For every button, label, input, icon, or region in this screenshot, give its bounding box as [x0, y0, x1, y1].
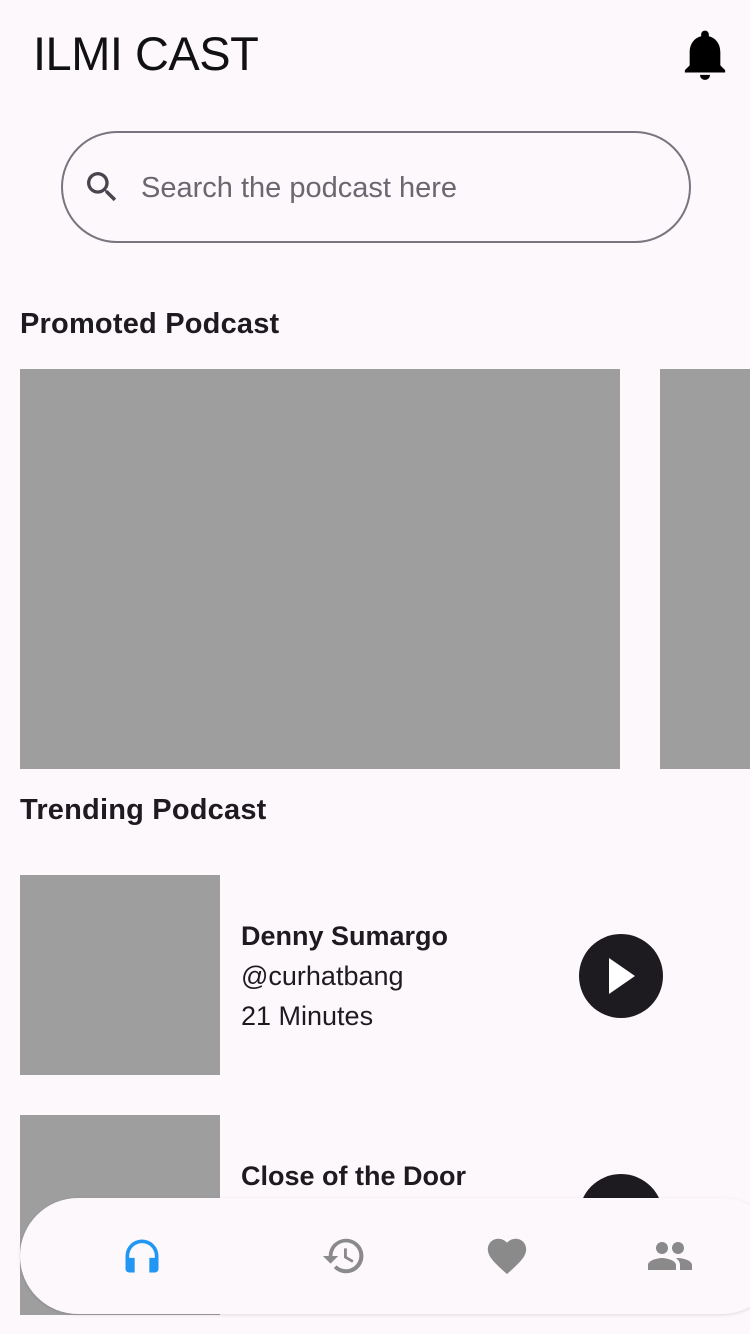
history-icon: [322, 1238, 364, 1274]
promoted-podcast-card[interactable]: [20, 369, 620, 769]
podcast-handle: @curhatbang: [241, 961, 404, 991]
bottom-navigation-bar: [20, 1198, 750, 1314]
search-icon: [87, 172, 117, 202]
promoted-podcast-card[interactable]: [660, 369, 750, 769]
people-icon: [648, 1242, 692, 1270]
nav-item-history[interactable]: [316, 1228, 372, 1284]
search-bar[interactable]: [61, 131, 691, 243]
podcast-title: Close of the Door: [241, 1161, 467, 1191]
nav-item-community[interactable]: [642, 1228, 698, 1284]
podcast-thumbnail: [20, 875, 220, 1075]
headphones-icon: [125, 1239, 159, 1273]
heart-icon: [487, 1238, 527, 1275]
podcast-duration: 21 Minutes: [241, 1001, 374, 1031]
play-icon: [609, 958, 635, 994]
search-input[interactable]: [141, 163, 661, 213]
app-title: ILMI CAST: [33, 27, 259, 80]
trending-podcast-item[interactable]: Denny Sumargo @curhatbang 21 Minutes: [20, 875, 720, 1075]
play-button[interactable]: [579, 934, 663, 1018]
notifications-button[interactable]: [682, 28, 728, 82]
nav-item-favorite[interactable]: [479, 1228, 535, 1284]
podcast-title: Denny Sumargo: [241, 921, 449, 951]
bell-icon: [684, 30, 726, 80]
nav-item-podcast[interactable]: [114, 1228, 170, 1284]
trending-section-title: Trending Podcast: [20, 794, 267, 826]
promoted-section-title: Promoted Podcast: [20, 308, 280, 340]
home-screen: ILMI CAST Promoted Podcast Trending Podc…: [0, 0, 750, 1334]
